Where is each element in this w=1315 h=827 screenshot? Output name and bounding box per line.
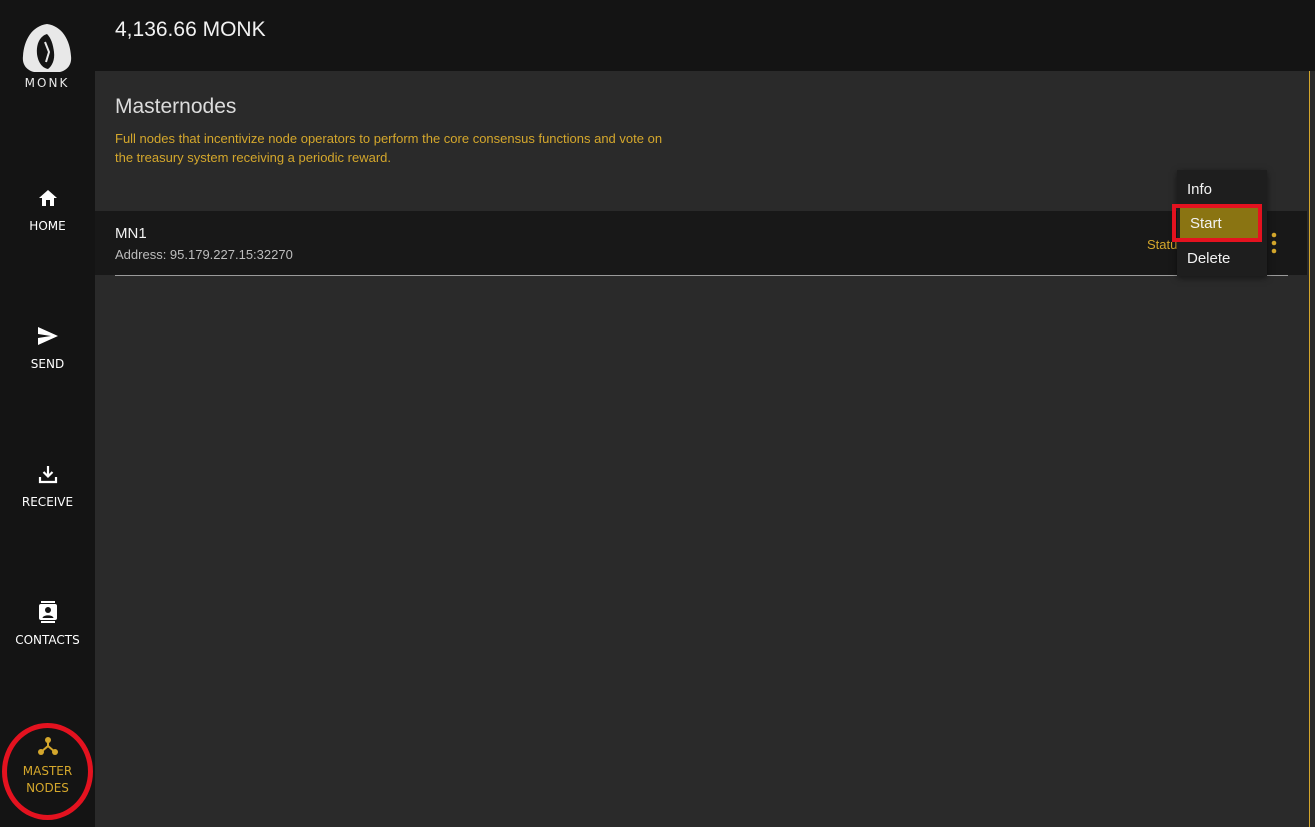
page-title: Masternodes [115,95,237,118]
header: 4,136.66 MONK [95,0,1315,71]
wallet-balance: 4,136.66 MONK [115,18,266,41]
sidebar-item-label: SEND [30,357,65,371]
send-icon [37,325,59,347]
logo-text: MONK [24,76,70,90]
menu-item-start[interactable]: Start [1180,208,1262,238]
monk-hood-icon [22,24,72,72]
sidebar-item-receive[interactable]: RECEIVE [0,463,95,511]
menu-item-info[interactable]: Info [1177,174,1267,204]
contacts-icon [37,601,59,623]
page-description: Full nodes that incentivize node operato… [115,131,663,165]
masternode-address: Address: 95.179.227.15:32270 [115,247,293,262]
sidebar-item-masternodes[interactable]: MASTER NODES [0,735,95,797]
scroll-accent-line [1309,71,1310,827]
sidebar-item-send[interactable]: SEND [0,325,95,373]
row-divider [115,275,1288,276]
masternodes-icon [37,735,59,757]
more-vert-icon [1271,232,1277,254]
app-window: MONK HOME SEND RECEIVE CONTACTS MASTER N… [0,0,1315,827]
home-icon [37,187,59,209]
sidebar-item-label: MASTER NODES [22,764,73,795]
sidebar-item-contacts[interactable]: CONTACTS [0,601,95,649]
sidebar-item-label: HOME [29,219,66,233]
masternode-name: MN1 [115,225,147,242]
monk-logo: MONK [14,22,80,94]
masternode-context-menu: Info Start Delete [1177,170,1267,276]
main-content: Masternodes Full nodes that incentivize … [95,71,1315,827]
download-icon [37,463,59,485]
sidebar-item-home[interactable]: HOME [0,187,95,235]
sidebar: MONK HOME SEND RECEIVE CONTACTS MASTER N… [0,0,95,827]
masternode-row[interactable]: MN1 Address: 95.179.227.15:32270 Statu [95,211,1307,276]
sidebar-item-label: CONTACTS [15,633,80,647]
masternode-status: Statu [1147,237,1178,252]
more-options-button[interactable] [1267,231,1281,255]
sidebar-item-label: RECEIVE [21,495,74,509]
menu-item-delete[interactable]: Delete [1177,243,1267,273]
